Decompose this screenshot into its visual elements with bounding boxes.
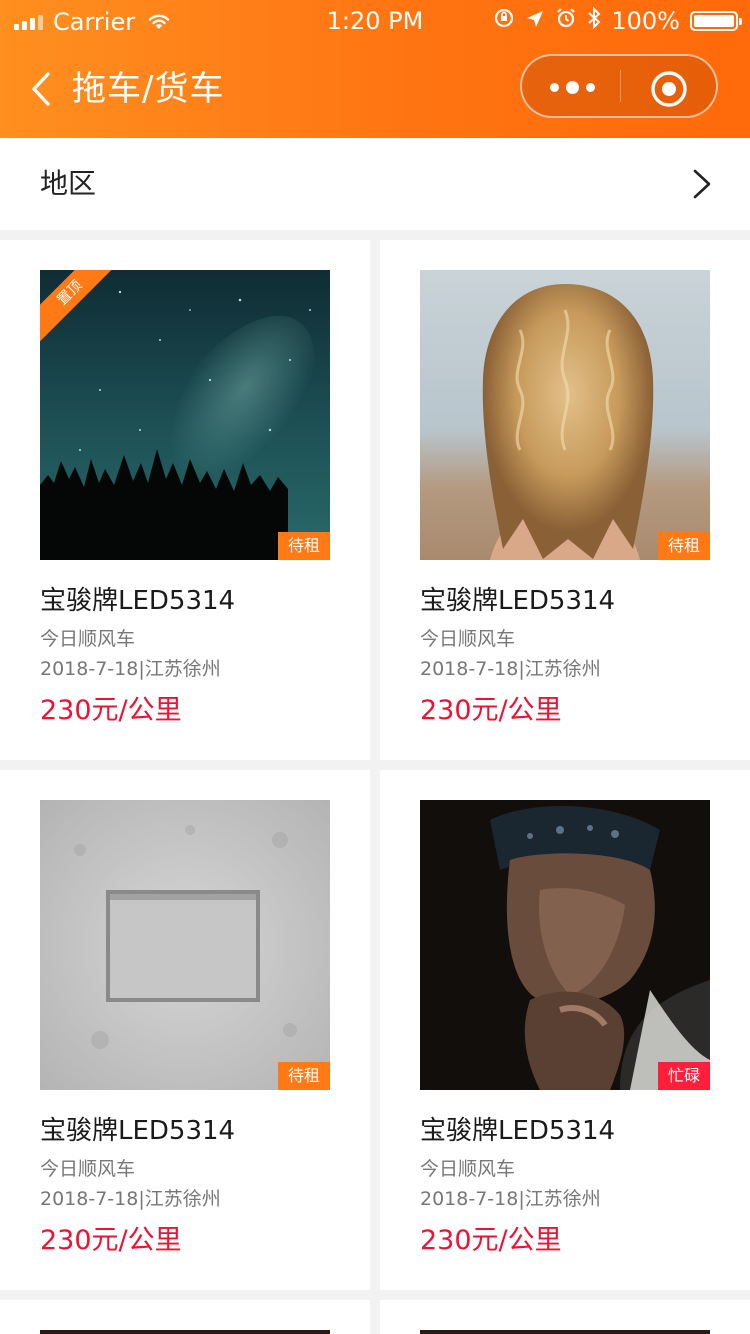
vehicle-card[interactable]: 忙碌 宝骏牌LED5314 今日顺风车 2018-7-18|江苏徐州 230元/…	[380, 770, 750, 1290]
page-title: 拖车/货车	[72, 69, 225, 109]
vehicle-price: 230元/公里	[40, 695, 182, 726]
status-tag: 待租	[277, 532, 330, 560]
vehicle-price: 230元/公里	[40, 1225, 182, 1256]
region-filter-row[interactable]: 地区	[0, 138, 750, 230]
vehicle-image: 待租	[40, 800, 330, 1090]
vehicle-title: 宝骏牌LED5314	[40, 1116, 236, 1146]
vehicle-image	[420, 1330, 710, 1334]
vehicle-price: 230元/公里	[420, 1225, 562, 1256]
location-arrow-icon	[525, 7, 545, 35]
vehicle-subtitle: 今日顺风车	[40, 1158, 136, 1180]
chevron-right-icon	[693, 169, 711, 199]
vehicle-date-location: 2018-7-18|江苏徐州	[420, 1188, 601, 1210]
vehicle-card[interactable]	[380, 1300, 750, 1334]
chevron-left-icon	[32, 72, 50, 106]
nav-header: Carrier 1:20 PM 100% 拖车/货车	[0, 0, 750, 138]
more-dots-icon	[585, 82, 595, 92]
vehicle-image	[40, 1330, 330, 1334]
vehicle-subtitle: 今日顺风车	[40, 628, 136, 650]
miniprogram-capsule	[520, 54, 718, 118]
rotation-lock-icon	[493, 7, 515, 35]
vehicle-price: 230元/公里	[420, 695, 562, 726]
vehicle-date-location: 2018-7-18|江苏徐州	[40, 658, 221, 680]
vehicle-subtitle: 今日顺风车	[420, 1158, 516, 1180]
target-circle-icon	[651, 71, 687, 107]
status-tag: 忙碌	[657, 1062, 710, 1090]
more-button[interactable]	[542, 68, 602, 106]
vehicle-subtitle: 今日顺风车	[420, 628, 516, 650]
vehicle-card[interactable]: 待租 宝骏牌LED5314 今日顺风车 2018-7-18|江苏徐州 230元/…	[0, 770, 370, 1290]
status-tag: 待租	[657, 532, 710, 560]
battery-percent: 100%	[611, 7, 680, 35]
status-right: 100%	[493, 6, 742, 35]
battery-level	[694, 15, 734, 27]
vehicle-card[interactable]	[0, 1300, 370, 1334]
bluetooth-icon	[587, 6, 601, 35]
more-dots-icon	[549, 82, 559, 92]
status-tag: 待租	[277, 1062, 330, 1090]
capsule-divider	[620, 70, 621, 102]
back-button[interactable]	[24, 66, 64, 112]
vehicle-image: 置顶 待租	[40, 270, 330, 560]
vehicle-image: 忙碌	[420, 800, 710, 1090]
vehicle-date-location: 2018-7-18|江苏徐州	[40, 1188, 221, 1210]
vehicle-card[interactable]: 置顶 待租 宝骏牌LED5314 今日顺风车 2018-7-18|江苏徐州 23…	[0, 240, 370, 760]
more-dots-icon	[565, 80, 579, 94]
vehicle-card[interactable]: 待租 宝骏牌LED5314 今日顺风车 2018-7-18|江苏徐州 230元/…	[380, 240, 750, 760]
status-bar: Carrier 1:20 PM 100%	[0, 0, 750, 44]
battery-icon	[690, 11, 742, 31]
alarm-icon	[555, 7, 577, 35]
region-label: 地区	[40, 167, 97, 200]
vehicle-title: 宝骏牌LED5314	[420, 1116, 616, 1146]
vehicle-image: 待租	[420, 270, 710, 560]
vehicle-title: 宝骏牌LED5314	[40, 586, 236, 616]
vehicle-title: 宝骏牌LED5314	[420, 586, 616, 616]
close-miniprogram-button[interactable]	[650, 70, 688, 108]
vehicle-date-location: 2018-7-18|江苏徐州	[420, 658, 601, 680]
